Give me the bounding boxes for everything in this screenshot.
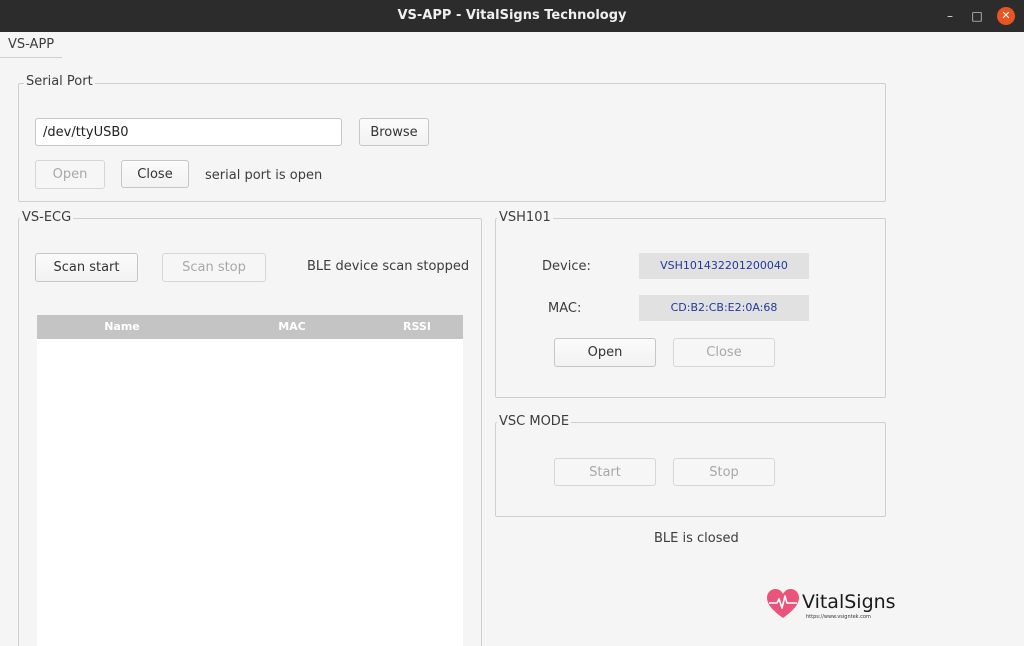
device-label: Device: [542,259,591,274]
vsc-stop-button[interactable]: Stop [673,458,775,486]
column-header-mac[interactable]: MAC [237,315,347,339]
vsc-mode-group-title: VSC MODE [497,414,572,429]
column-header-rssi[interactable]: RSSI [377,315,457,339]
logo-name: VitalSigns [802,591,896,613]
serial-port-status: serial port is open [205,168,323,183]
scan-start-button[interactable]: Scan start [35,253,138,282]
mac-label: MAC: [548,301,582,316]
vsh101-group-title: VSH101 [497,210,553,225]
vs-ecg-group-title: VS-ECG [20,210,74,225]
device-value: VSH101432201200040 [639,253,809,279]
column-header-name[interactable]: Name [67,315,177,339]
close-window-button[interactable]: ✕ [997,7,1015,25]
device-table-body[interactable] [37,339,463,646]
window-title: VS-APP - VitalSigns Technology [397,8,627,23]
browse-button[interactable]: Browse [359,118,429,146]
serial-port-path-input[interactable] [35,118,342,146]
ble-status: BLE is closed [654,531,739,546]
menu-bar: VS-APP [0,32,1024,58]
vsh101-close-button[interactable]: Close [673,338,775,367]
heart-logo-icon [767,589,799,618]
vsh101-open-button[interactable]: Open [554,338,656,367]
device-table-header: Name MAC RSSI [37,315,463,339]
ble-scan-status: BLE device scan stopped [307,259,470,274]
maximize-button[interactable]: □ [967,6,987,26]
vsc-start-button[interactable]: Start [554,458,656,486]
window-titlebar: VS-APP - VitalSigns Technology – □ ✕ [0,0,1024,32]
serial-open-button[interactable]: Open [35,160,105,189]
serial-port-group-title: Serial Port [24,74,95,89]
scan-stop-button[interactable]: Scan stop [162,253,266,282]
logo-url: https://www.vsigntek.com [806,614,871,620]
menu-item-vs-app[interactable]: VS-APP [0,32,63,58]
serial-close-button[interactable]: Close [121,160,189,188]
mac-value: CD:B2:CB:E2:0A:68 [639,295,809,321]
minimize-button[interactable]: – [940,6,960,26]
